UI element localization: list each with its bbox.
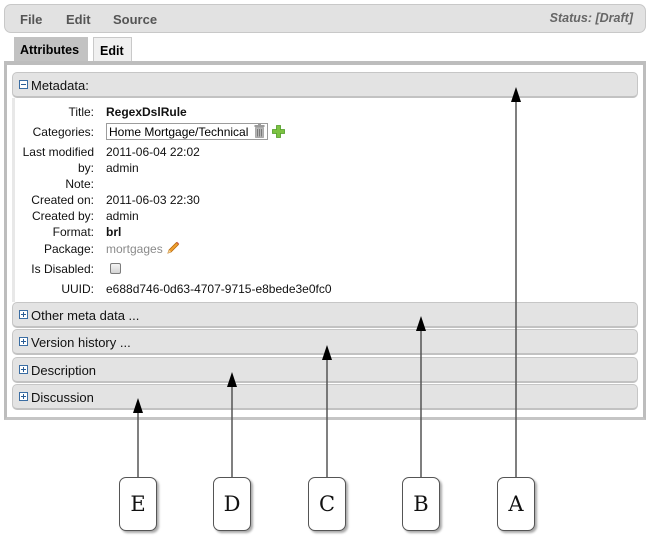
callout-d: D xyxy=(213,477,251,531)
callout-a: A xyxy=(497,477,535,531)
arrow-head-e xyxy=(133,398,143,413)
annotation-arrows xyxy=(133,87,521,477)
callout-b: B xyxy=(402,477,440,531)
arrow-head-c xyxy=(322,345,332,360)
arrow-head-b xyxy=(416,316,426,331)
callout-e: E xyxy=(119,477,157,531)
callout-c: C xyxy=(308,477,346,531)
arrow-head-d xyxy=(227,372,237,387)
arrow-head-a xyxy=(511,87,521,102)
